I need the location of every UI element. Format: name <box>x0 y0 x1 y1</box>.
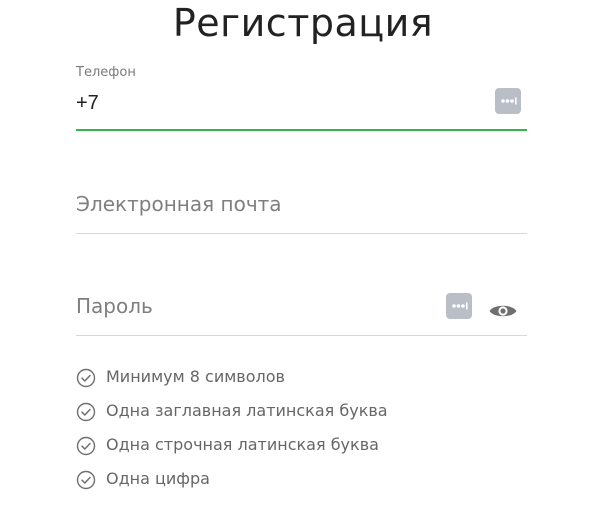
phone-field[interactable]: Телефон <box>76 58 527 131</box>
rule-item: Одна цифра <box>76 467 527 501</box>
rule-text: Одна строчная латинская буква <box>106 435 379 454</box>
rule-item: Минимум 8 символов <box>76 365 527 399</box>
password-underline <box>76 335 527 336</box>
password-dots-icon[interactable] <box>495 88 521 114</box>
password-dots-icon[interactable] <box>446 293 472 319</box>
rule-text: Минимум 8 символов <box>106 367 285 386</box>
phone-label: Телефон <box>76 65 136 80</box>
rule-text: Одна заглавная латинская буква <box>106 401 388 420</box>
password-rules: Минимум 8 символов Одна заглавная латинс… <box>76 365 527 501</box>
rule-item: Одна строчная латинская буква <box>76 433 527 467</box>
page-title: Регистрация <box>172 1 434 45</box>
registration-page: Регистрация Телефон Электронная почта Па… <box>0 0 606 515</box>
eye-icon[interactable] <box>488 301 518 321</box>
phone-input[interactable] <box>76 92 456 115</box>
email-underline <box>76 233 527 234</box>
email-placeholder: Электронная почта <box>76 192 282 216</box>
email-field[interactable]: Электронная почта <box>76 175 527 234</box>
phone-underline <box>76 129 527 131</box>
check-circle-icon <box>76 402 96 422</box>
check-circle-icon <box>76 470 96 490</box>
rule-item: Одна заглавная латинская буква <box>76 399 527 433</box>
password-field[interactable]: Пароль <box>76 277 527 336</box>
rule-text: Одна цифра <box>106 469 210 488</box>
password-placeholder: Пароль <box>76 294 153 318</box>
check-circle-icon <box>76 368 96 388</box>
check-circle-icon <box>76 436 96 456</box>
